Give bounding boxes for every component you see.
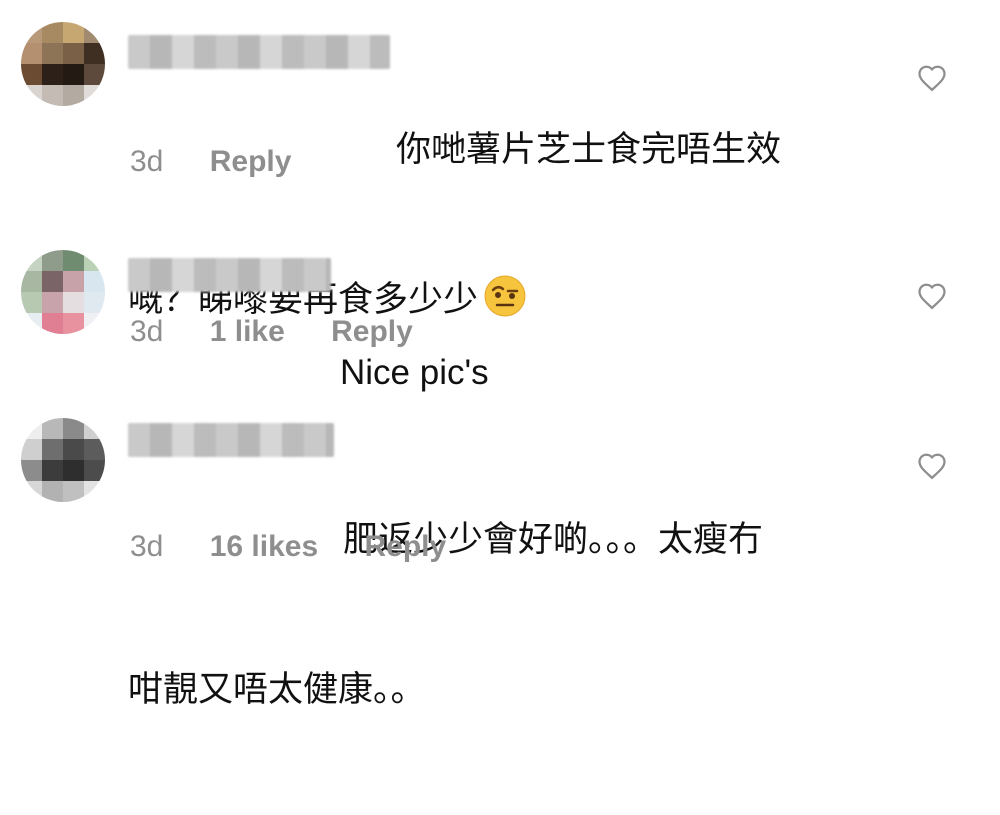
reply-button[interactable]: Reply bbox=[210, 145, 292, 178]
avatar[interactable] bbox=[21, 22, 105, 106]
avatar[interactable] bbox=[21, 418, 105, 502]
comment-time: 3d bbox=[130, 145, 164, 178]
comment-time: 3d bbox=[130, 530, 164, 563]
comment-item: 肥返少少會好啲。。。太瘦冇 咁靚又唔太健康。。 3d 16 likes Repl… bbox=[0, 400, 1000, 710]
comment-text: 肥返少少會好啲。。。太瘦冇 咁靚又唔太健康。。 bbox=[128, 415, 888, 815]
comment-item: 你哋薯片芝士食完唔生效 嘅？睇嚟要再食多少少 3d Reply bbox=[0, 0, 1000, 320]
comment-meta: 3d 16 likes Reply bbox=[130, 530, 484, 564]
heart-outline-icon[interactable] bbox=[917, 282, 947, 310]
comment-time: 3d bbox=[130, 315, 164, 348]
avatar[interactable] bbox=[21, 250, 105, 334]
comment-meta: 3d Reply bbox=[130, 145, 329, 179]
comment-text-line1: Nice pic's bbox=[340, 353, 489, 392]
comment-meta: 3d 1 like Reply bbox=[130, 315, 451, 349]
heart-outline-icon[interactable] bbox=[917, 452, 947, 480]
like-count[interactable]: 16 likes bbox=[210, 530, 318, 563]
comment-item: Nice pic's 3d 1 like Reply bbox=[0, 230, 1000, 392]
heart-outline-icon[interactable] bbox=[917, 64, 947, 92]
comment-text-line2: 咁靚又唔太健康。。 bbox=[128, 670, 426, 710]
like-count[interactable]: 1 like bbox=[210, 315, 285, 348]
reply-button[interactable]: Reply bbox=[365, 530, 447, 563]
reply-button[interactable]: Reply bbox=[331, 315, 413, 348]
